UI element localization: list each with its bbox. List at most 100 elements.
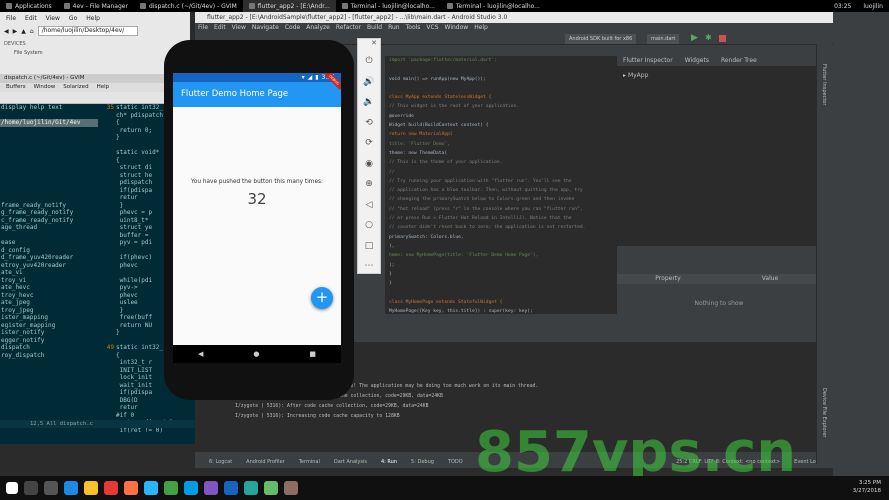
terminal-icon <box>446 3 453 9</box>
menu-analyze[interactable]: Analyze <box>306 23 330 33</box>
menu-window[interactable]: Window <box>34 83 56 92</box>
menu-edit[interactable]: Edit <box>214 23 226 33</box>
task-file-manager[interactable]: 4ev - File Manager <box>58 0 134 12</box>
android-emulator: DEBUG ▾ ◢ ▮ 3:25 Flutter Demo Home Page … <box>164 40 354 400</box>
app-icon[interactable] <box>284 481 298 495</box>
run-config-select[interactable]: main.dart <box>647 34 680 44</box>
forward-icon[interactable]: ▶ <box>13 28 18 35</box>
overview-icon[interactable]: □ <box>358 236 380 257</box>
home-icon[interactable]: ○ <box>358 215 380 236</box>
vs-icon[interactable] <box>204 481 218 495</box>
taskbar-clock[interactable]: 3:25 PM 3/27/2018 <box>853 479 881 495</box>
tab-android-profiler[interactable]: Android Profiler <box>246 456 285 468</box>
device-select[interactable]: Android SDK built for x86 <box>565 34 637 44</box>
task-view-icon[interactable] <box>44 481 58 495</box>
wechat-icon[interactable] <box>164 481 178 495</box>
user-menu[interactable]: luojilin <box>857 0 889 12</box>
debug-icon[interactable]: ✱ <box>705 33 712 42</box>
menu-window[interactable]: Window <box>445 23 469 33</box>
taglist-line: ate_hevc <box>1 284 30 291</box>
firefox-icon[interactable] <box>124 481 138 495</box>
back-icon[interactable]: ◁ <box>358 195 380 216</box>
menu-help[interactable]: Help <box>97 83 110 92</box>
tree-expand-icon[interactable]: ▸ <box>623 72 626 79</box>
menu-vcs[interactable]: VCS <box>426 23 438 33</box>
edge-icon[interactable] <box>64 481 78 495</box>
task-gvim[interactable]: dispatch.c (~/Git/4ev) - GVIM <box>134 0 243 12</box>
menu-help[interactable]: Help <box>474 23 488 33</box>
task-terminal-1[interactable]: Terminal - luojilin@localho... <box>336 0 441 12</box>
clock[interactable]: 03:25 <box>828 0 857 12</box>
run-icon[interactable]: ▶ <box>691 33 698 43</box>
code-text: ch* pdispatch <box>116 111 163 119</box>
menu-file[interactable]: File <box>198 23 208 33</box>
taglist-line: d_frame_yuv420reader <box>1 254 74 261</box>
tab-todo[interactable]: TODO <box>448 456 463 468</box>
back-icon[interactable]: ◀ <box>4 28 9 35</box>
power-icon[interactable]: ⏻ <box>358 51 380 72</box>
menu-code[interactable]: Code <box>285 23 300 33</box>
tab-debug[interactable]: 5: Debug <box>411 456 434 468</box>
code-text: static int32_ <box>116 344 163 351</box>
home-folder-icon[interactable]: ⌂ <box>30 28 34 35</box>
path-input[interactable]: /home/luojilin/Desktop/4ev/ <box>37 26 138 36</box>
menu-navigate[interactable]: Navigate <box>252 23 279 33</box>
word-icon[interactable] <box>224 481 238 495</box>
menu-edit[interactable]: Edit <box>25 15 37 22</box>
nav-back-icon[interactable]: ◀ <box>198 350 203 358</box>
camera-icon[interactable]: ◉ <box>358 154 380 175</box>
search-icon[interactable] <box>24 481 38 495</box>
volume-up-icon[interactable]: 🔊 <box>358 72 380 93</box>
ie-icon[interactable] <box>144 481 158 495</box>
vim-taglist-pane[interactable]: display help text/home/luojilin/Git/4ev f… <box>0 104 98 359</box>
nav-home-icon[interactable]: ● <box>253 350 259 358</box>
task-android-studio[interactable]: flutter_app2 - [E:\Andr... <box>242 0 336 12</box>
tab-logcat[interactable]: 6: Logcat <box>209 456 232 468</box>
editor-line: home: new MyHomePage(title: 'Flutter Dem… <box>389 253 539 259</box>
rotate-left-icon[interactable]: ⟲ <box>358 113 380 134</box>
tab-run[interactable]: 4: Run <box>381 456 397 468</box>
taglist-line: egger_notify <box>1 336 45 344</box>
menu-go[interactable]: Go <box>69 15 77 22</box>
explorer-icon[interactable] <box>84 481 98 495</box>
menu-tools[interactable]: Tools <box>406 23 421 33</box>
tab-dart-analysis[interactable]: Dart Analysis <box>334 456 367 468</box>
applications-menu[interactable]: Applications <box>0 0 58 12</box>
android-studio-taskbar-icon[interactable] <box>264 481 278 495</box>
up-icon[interactable]: ▲ <box>21 28 26 35</box>
menu-run[interactable]: Run <box>388 23 400 33</box>
menu-buffers[interactable]: Buffers <box>6 83 26 92</box>
menu-solarized[interactable]: Solarized <box>63 83 88 92</box>
tab-render-tree[interactable]: Render Tree <box>721 56 757 66</box>
menu-view[interactable]: View <box>232 23 246 33</box>
side-tab-flutter-inspector[interactable]: Flutter Inspector <box>821 64 827 105</box>
tab-widgets[interactable]: Widgets <box>685 56 709 66</box>
file-system-item[interactable]: File System <box>0 50 190 56</box>
menu-build[interactable]: Build <box>367 23 382 33</box>
property-column: Property <box>655 275 681 282</box>
properties-header: Property Value <box>617 274 821 284</box>
more-icon[interactable]: ⋯ <box>358 256 380 277</box>
qq-icon[interactable] <box>184 481 198 495</box>
menu-view[interactable]: View <box>46 15 60 22</box>
tab-terminal[interactable]: Terminal <box>299 456 320 468</box>
editor-line: // <box>389 169 395 175</box>
editor-line: MyHomePage({Key key, this.title}) : supe… <box>389 309 533 315</box>
stop-icon[interactable] <box>719 35 726 42</box>
zoom-icon[interactable]: ⊕ <box>358 174 380 195</box>
widget-tree[interactable]: ▸ MyApp <box>617 66 821 246</box>
chrome-icon[interactable] <box>104 481 118 495</box>
close-icon[interactable]: ✕ <box>371 39 377 51</box>
code-editor[interactable]: import 'package:flutter/material.dart'; v… <box>385 56 617 314</box>
menu-file[interactable]: File <box>6 15 16 22</box>
menu-help[interactable]: Help <box>86 15 100 22</box>
menu-refactor[interactable]: Refactor <box>336 23 361 33</box>
increment-fab[interactable]: + <box>311 287 333 309</box>
tree-root-node[interactable]: MyApp <box>628 72 648 79</box>
app-icon[interactable] <box>244 481 258 495</box>
task-terminal-2[interactable]: Terminal - luojilin@localho... <box>441 0 546 12</box>
volume-down-icon[interactable]: 🔉 <box>358 92 380 113</box>
nav-recents-icon[interactable]: ■ <box>309 350 316 358</box>
rotate-right-icon[interactable]: ⟳ <box>358 133 380 154</box>
start-icon[interactable] <box>6 482 18 494</box>
